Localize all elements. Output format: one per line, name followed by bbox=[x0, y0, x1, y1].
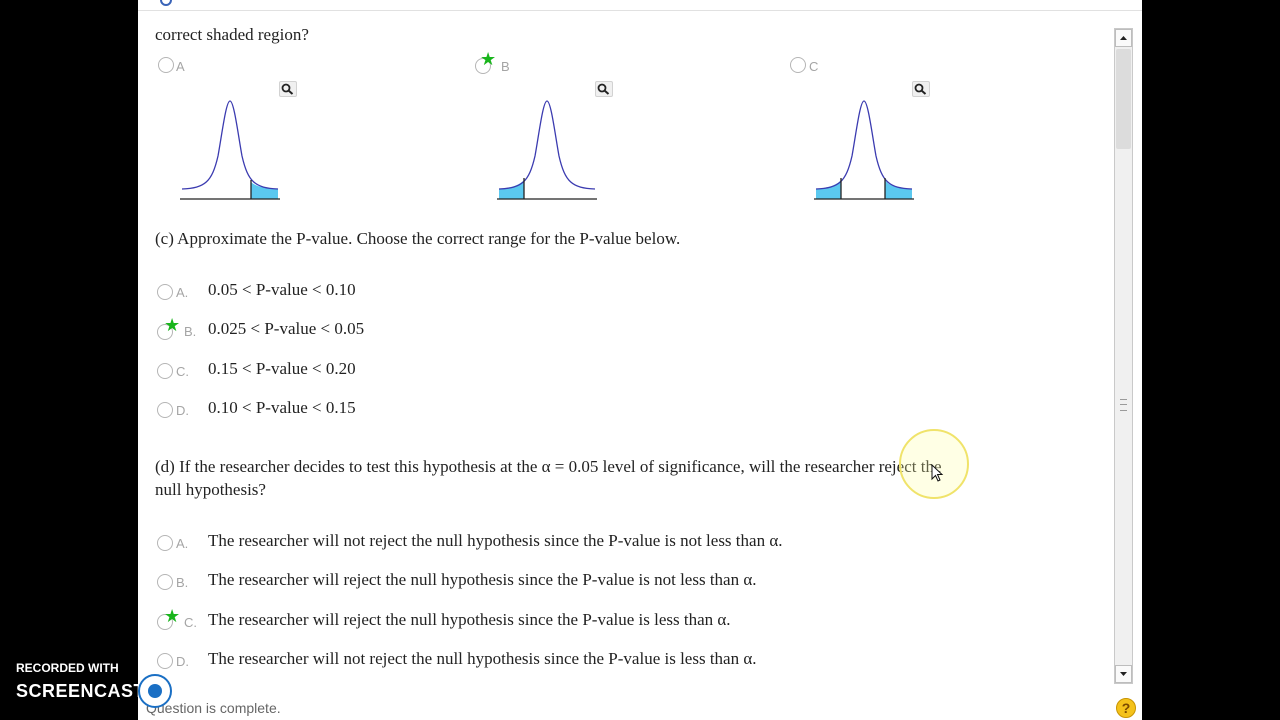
watermark-screencast: SCREENCAST bbox=[16, 681, 146, 701]
normal-curve-b bbox=[497, 100, 597, 200]
p-value-option-a-text[interactable]: 0.05 < P-value < 0.10 bbox=[208, 280, 356, 300]
mouse-cursor-icon bbox=[931, 464, 944, 482]
vertical-scrollbar[interactable] bbox=[1114, 28, 1133, 684]
watermark-recorded-with: RECORDED WITH bbox=[16, 661, 119, 675]
question-d-prompt-line1: (d) If the researcher decides to test th… bbox=[155, 457, 942, 476]
help-icon[interactable]: ? bbox=[1116, 698, 1136, 718]
scrollbar-grip-icon bbox=[1120, 399, 1127, 411]
p-value-option-c-radio[interactable] bbox=[157, 363, 173, 379]
decision-option-d-radio[interactable] bbox=[157, 653, 173, 669]
watermark-matic: MATIC bbox=[176, 681, 232, 701]
magnifier-icon[interactable] bbox=[912, 81, 930, 97]
decision-option-a-radio[interactable] bbox=[157, 535, 173, 551]
top-icon bbox=[160, 0, 172, 6]
normal-curve-a bbox=[180, 100, 280, 200]
option-letter: B. bbox=[184, 324, 197, 339]
decision-option-c-text[interactable]: The researcher will reject the null hypo… bbox=[208, 610, 731, 630]
graph-option-b-letter: B bbox=[501, 59, 510, 74]
question-c-prompt: (c) Approximate the P-value. Choose the … bbox=[155, 229, 681, 248]
graph-option-a-letter: A bbox=[176, 59, 185, 74]
p-value-option-b-text[interactable]: 0.025 < P-value < 0.05 bbox=[208, 319, 364, 339]
question-b-prompt: correct shaded region? bbox=[155, 25, 309, 44]
magnifier-icon[interactable] bbox=[279, 81, 297, 97]
graph-option-a-radio[interactable] bbox=[158, 57, 174, 73]
magnifier-icon[interactable] bbox=[595, 81, 613, 97]
decision-option-b-radio[interactable] bbox=[157, 574, 173, 590]
scroll-up-button[interactable] bbox=[1115, 29, 1132, 47]
star-icon: ★ bbox=[480, 49, 497, 70]
scroll-down-button[interactable] bbox=[1115, 665, 1132, 683]
decision-option-b-text[interactable]: The researcher will reject the null hypo… bbox=[208, 570, 757, 590]
option-letter: A. bbox=[176, 536, 189, 551]
decision-option-d-text[interactable]: The researcher will not reject the null … bbox=[208, 649, 757, 669]
question-d-prompt-line2: null hypothesis? bbox=[155, 480, 266, 499]
option-letter: B. bbox=[176, 575, 189, 590]
option-letter: C. bbox=[176, 364, 189, 379]
graph-option-c-radio[interactable] bbox=[790, 57, 806, 73]
screencast-logo-icon bbox=[138, 674, 172, 708]
question-panel: correct shaded region? A ★ B C (c) Appro… bbox=[138, 0, 1142, 720]
option-letter: C. bbox=[184, 615, 197, 630]
decision-option-a-text[interactable]: The researcher will not reject the null … bbox=[208, 531, 782, 551]
option-letter: D. bbox=[176, 654, 189, 669]
top-divider bbox=[138, 10, 1142, 11]
p-value-option-d-radio[interactable] bbox=[157, 402, 173, 418]
p-value-option-c-text[interactable]: 0.15 < P-value < 0.20 bbox=[208, 359, 356, 379]
p-value-option-d-text[interactable]: 0.10 < P-value < 0.15 bbox=[208, 398, 356, 418]
option-letter: D. bbox=[176, 403, 189, 418]
option-letter: A. bbox=[176, 285, 189, 300]
p-value-option-a-radio[interactable] bbox=[157, 284, 173, 300]
normal-curve-c bbox=[814, 100, 914, 200]
star-icon: ★ bbox=[164, 606, 181, 627]
scrollbar-thumb[interactable] bbox=[1116, 49, 1131, 149]
star-icon: ★ bbox=[164, 315, 181, 336]
graph-option-c-letter: C bbox=[809, 59, 819, 74]
